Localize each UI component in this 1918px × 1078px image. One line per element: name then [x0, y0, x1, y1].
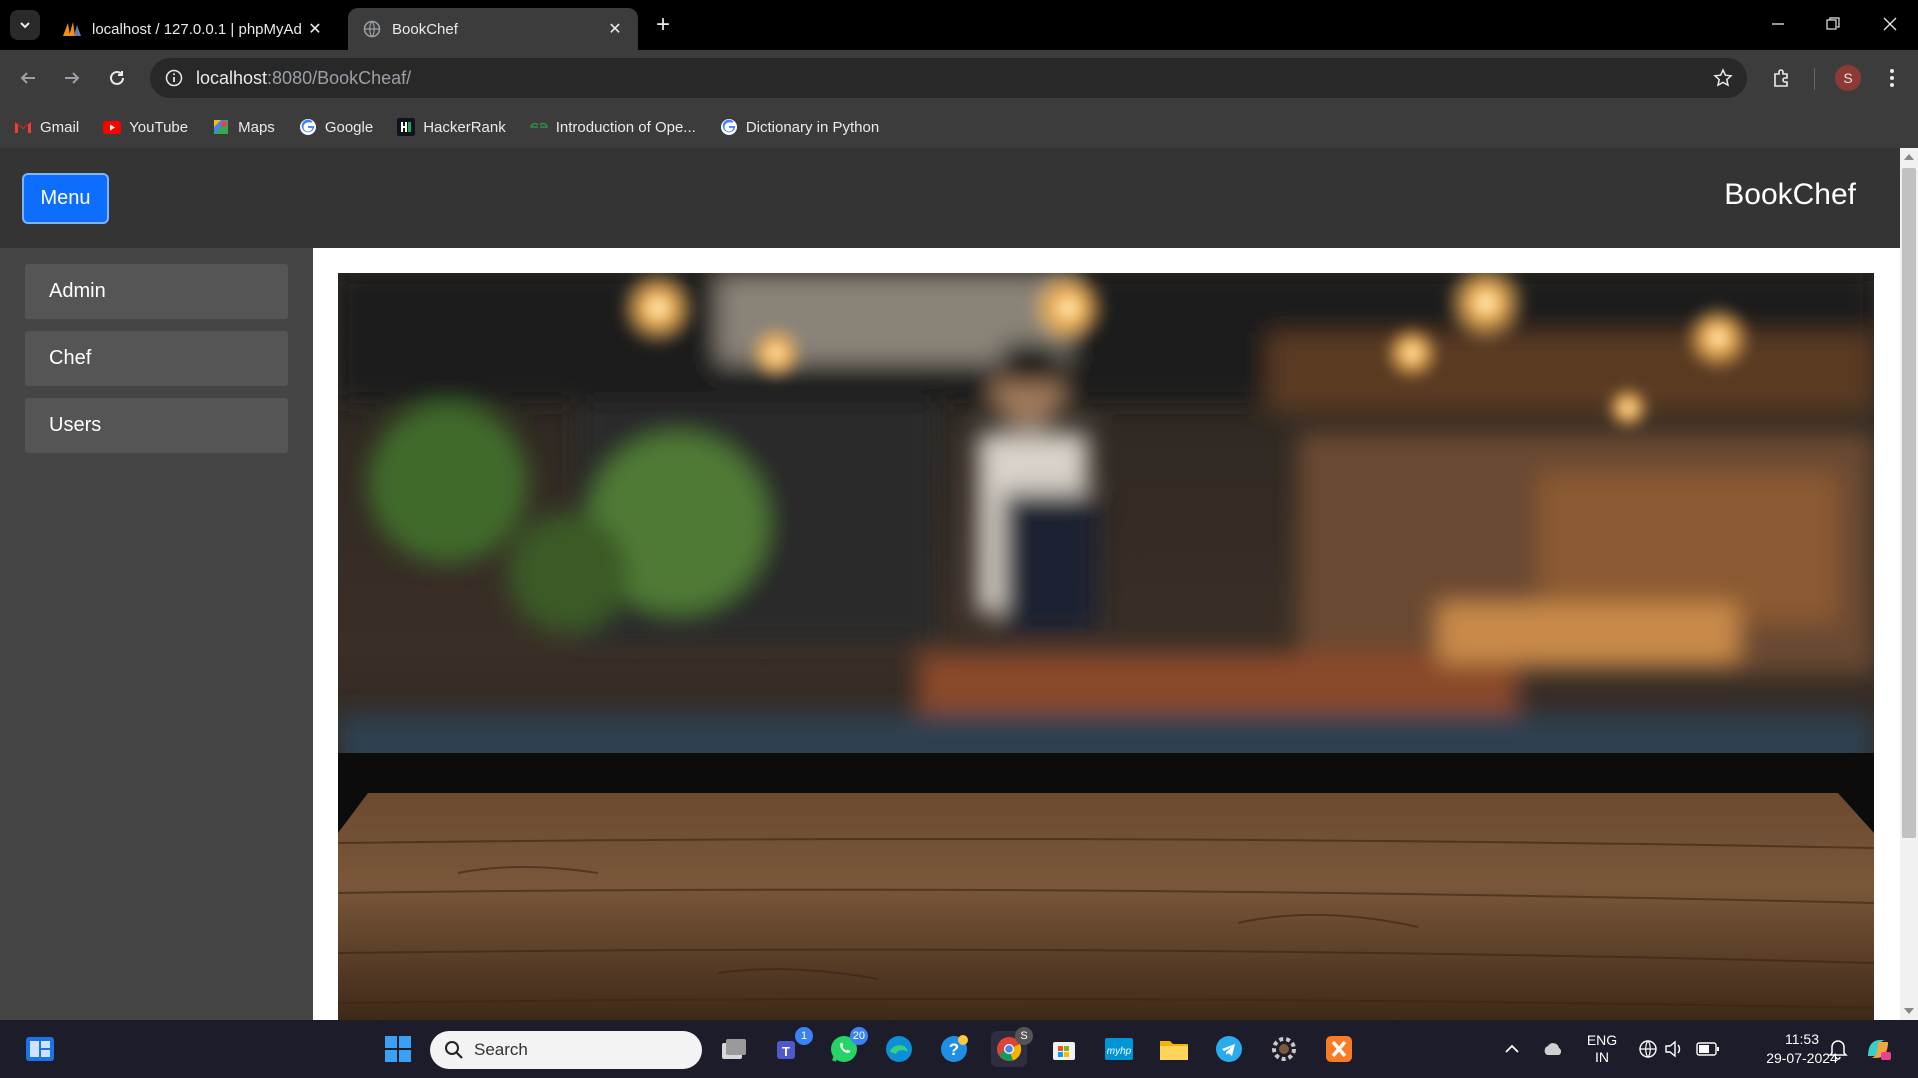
whatsapp-badge: 20	[849, 1027, 868, 1045]
bookmark-gmail[interactable]: Gmail	[14, 118, 79, 136]
sidebar-item-chef[interactable]: Chef	[25, 331, 288, 386]
new-tab-icon[interactable]: +	[650, 11, 676, 38]
bookmark-star-icon[interactable]	[1713, 68, 1733, 93]
tab-phpmyadmin[interactable]: localhost / 127.0.0.1 | phpMyAd ✕	[48, 8, 338, 50]
microsoft-store-icon[interactable]	[1046, 1031, 1082, 1067]
show-hidden-icons-icon[interactable]	[1494, 1031, 1530, 1067]
settings-gear-icon[interactable]	[1266, 1031, 1302, 1067]
scroll-up-icon[interactable]	[1904, 154, 1914, 160]
back-icon[interactable]	[12, 62, 44, 94]
geeksforgeeks-icon	[529, 118, 548, 136]
svg-text:T: T	[782, 1044, 790, 1059]
bookmark-maps[interactable]: Maps	[212, 118, 275, 136]
forward-icon[interactable]	[56, 62, 88, 94]
search-icon	[445, 1041, 463, 1059]
task-view-icon[interactable]	[716, 1031, 752, 1067]
url-host: localhost	[196, 67, 268, 88]
youtube-icon	[103, 118, 122, 136]
bookmark-youtube[interactable]: YouTube	[103, 118, 188, 136]
phpmyadmin-icon	[62, 19, 82, 39]
page-viewport: Menu BookChef Admin Chef Users	[0, 148, 1918, 1020]
widgets-icon[interactable]	[22, 1031, 58, 1067]
globe-icon	[362, 19, 382, 39]
chrome-icon[interactable]: S	[991, 1027, 1033, 1067]
minimize-icon[interactable]	[1758, 8, 1798, 40]
hero-image	[338, 273, 1874, 1020]
teams-badge: 1	[795, 1027, 813, 1045]
telegram-icon[interactable]	[1211, 1031, 1247, 1067]
page-scrollbar[interactable]	[1900, 148, 1918, 1020]
language-indicator[interactable]: ENG IN	[1582, 1032, 1622, 1066]
url-path: :8080/BookCheaf/	[267, 67, 412, 88]
profile-avatar[interactable]: S	[1835, 65, 1861, 91]
myhp-icon[interactable]: myhp	[1101, 1031, 1137, 1067]
gmail-icon	[14, 118, 32, 136]
sidebar-item-users[interactable]: Users	[25, 398, 288, 453]
close-tab-icon[interactable]: ✕	[606, 20, 624, 38]
windows-start-icon[interactable]	[380, 1031, 416, 1067]
windows-taskbar: Search T 1 20 ? S myhp ENG IN 11:53 29-0…	[0, 1020, 1918, 1078]
teams-icon[interactable]: T 1	[771, 1027, 813, 1067]
close-tab-icon[interactable]: ✕	[306, 20, 324, 38]
volume-icon[interactable]	[1656, 1031, 1692, 1067]
bookmark-dictionary-python[interactable]: Dictionary in Python	[720, 118, 879, 136]
google-icon	[720, 118, 738, 136]
whatsapp-icon[interactable]: 20	[826, 1027, 868, 1067]
toolbar-divider	[1814, 68, 1815, 90]
tab-search-button[interactable]	[10, 10, 40, 40]
tab-title: BookChef	[392, 20, 458, 38]
chrome-profile-badge: S	[1015, 1027, 1033, 1045]
restore-icon[interactable]	[1813, 8, 1853, 40]
sidebar-item-admin[interactable]: Admin	[25, 264, 288, 319]
tab-title: localhost / 127.0.0.1 | phpMyAd	[92, 20, 302, 38]
google-icon	[299, 118, 317, 136]
bookmark-hackerrank[interactable]: HackerRank	[397, 118, 506, 136]
copilot-icon[interactable]	[1860, 1031, 1896, 1067]
xampp-icon[interactable]	[1321, 1031, 1357, 1067]
page-header: Menu BookChef	[0, 148, 1900, 248]
reload-icon[interactable]	[101, 62, 133, 94]
hackerrank-icon	[397, 118, 416, 136]
bookmarks-bar: Gmail YouTube Maps Google HackerRank Int…	[0, 106, 1918, 148]
help-icon[interactable]: ?	[936, 1031, 972, 1067]
svg-text:myhp: myhp	[1107, 1046, 1132, 1057]
onedrive-icon[interactable]	[1535, 1031, 1571, 1067]
brand-title: BookChef	[1724, 178, 1856, 211]
chevron-down-icon	[20, 22, 30, 29]
svg-text:?: ?	[949, 1040, 959, 1059]
extensions-icon[interactable]	[1766, 62, 1798, 94]
close-window-icon[interactable]	[1870, 8, 1910, 40]
edge-icon[interactable]	[881, 1031, 917, 1067]
browser-toolbar: localhost:8080/BookCheaf/ S	[0, 50, 1918, 106]
notifications-bell-icon[interactable]	[1820, 1031, 1856, 1067]
taskbar-search[interactable]: Search	[430, 1031, 702, 1069]
menu-button[interactable]: Menu	[22, 173, 109, 224]
bookmark-geeksforgeeks[interactable]: Introduction of Ope...	[529, 118, 696, 136]
bookmark-google[interactable]: Google	[299, 118, 373, 136]
file-explorer-icon[interactable]	[1156, 1031, 1192, 1067]
site-info-icon[interactable]	[164, 68, 184, 88]
kebab-menu-icon[interactable]	[1876, 62, 1908, 94]
scrollbar-thumb[interactable]	[1902, 168, 1916, 838]
tab-bookchef[interactable]: BookChef ✕	[348, 8, 638, 50]
address-bar[interactable]: localhost:8080/BookCheaf/	[150, 58, 1747, 98]
main-content	[313, 248, 1900, 1020]
scroll-down-icon[interactable]	[1904, 1008, 1914, 1014]
sidebar: Admin Chef Users	[0, 248, 313, 1020]
tab-strip: localhost / 127.0.0.1 | phpMyAd ✕ BookCh…	[0, 0, 1918, 50]
battery-icon[interactable]	[1690, 1031, 1726, 1067]
maps-icon	[212, 118, 230, 136]
